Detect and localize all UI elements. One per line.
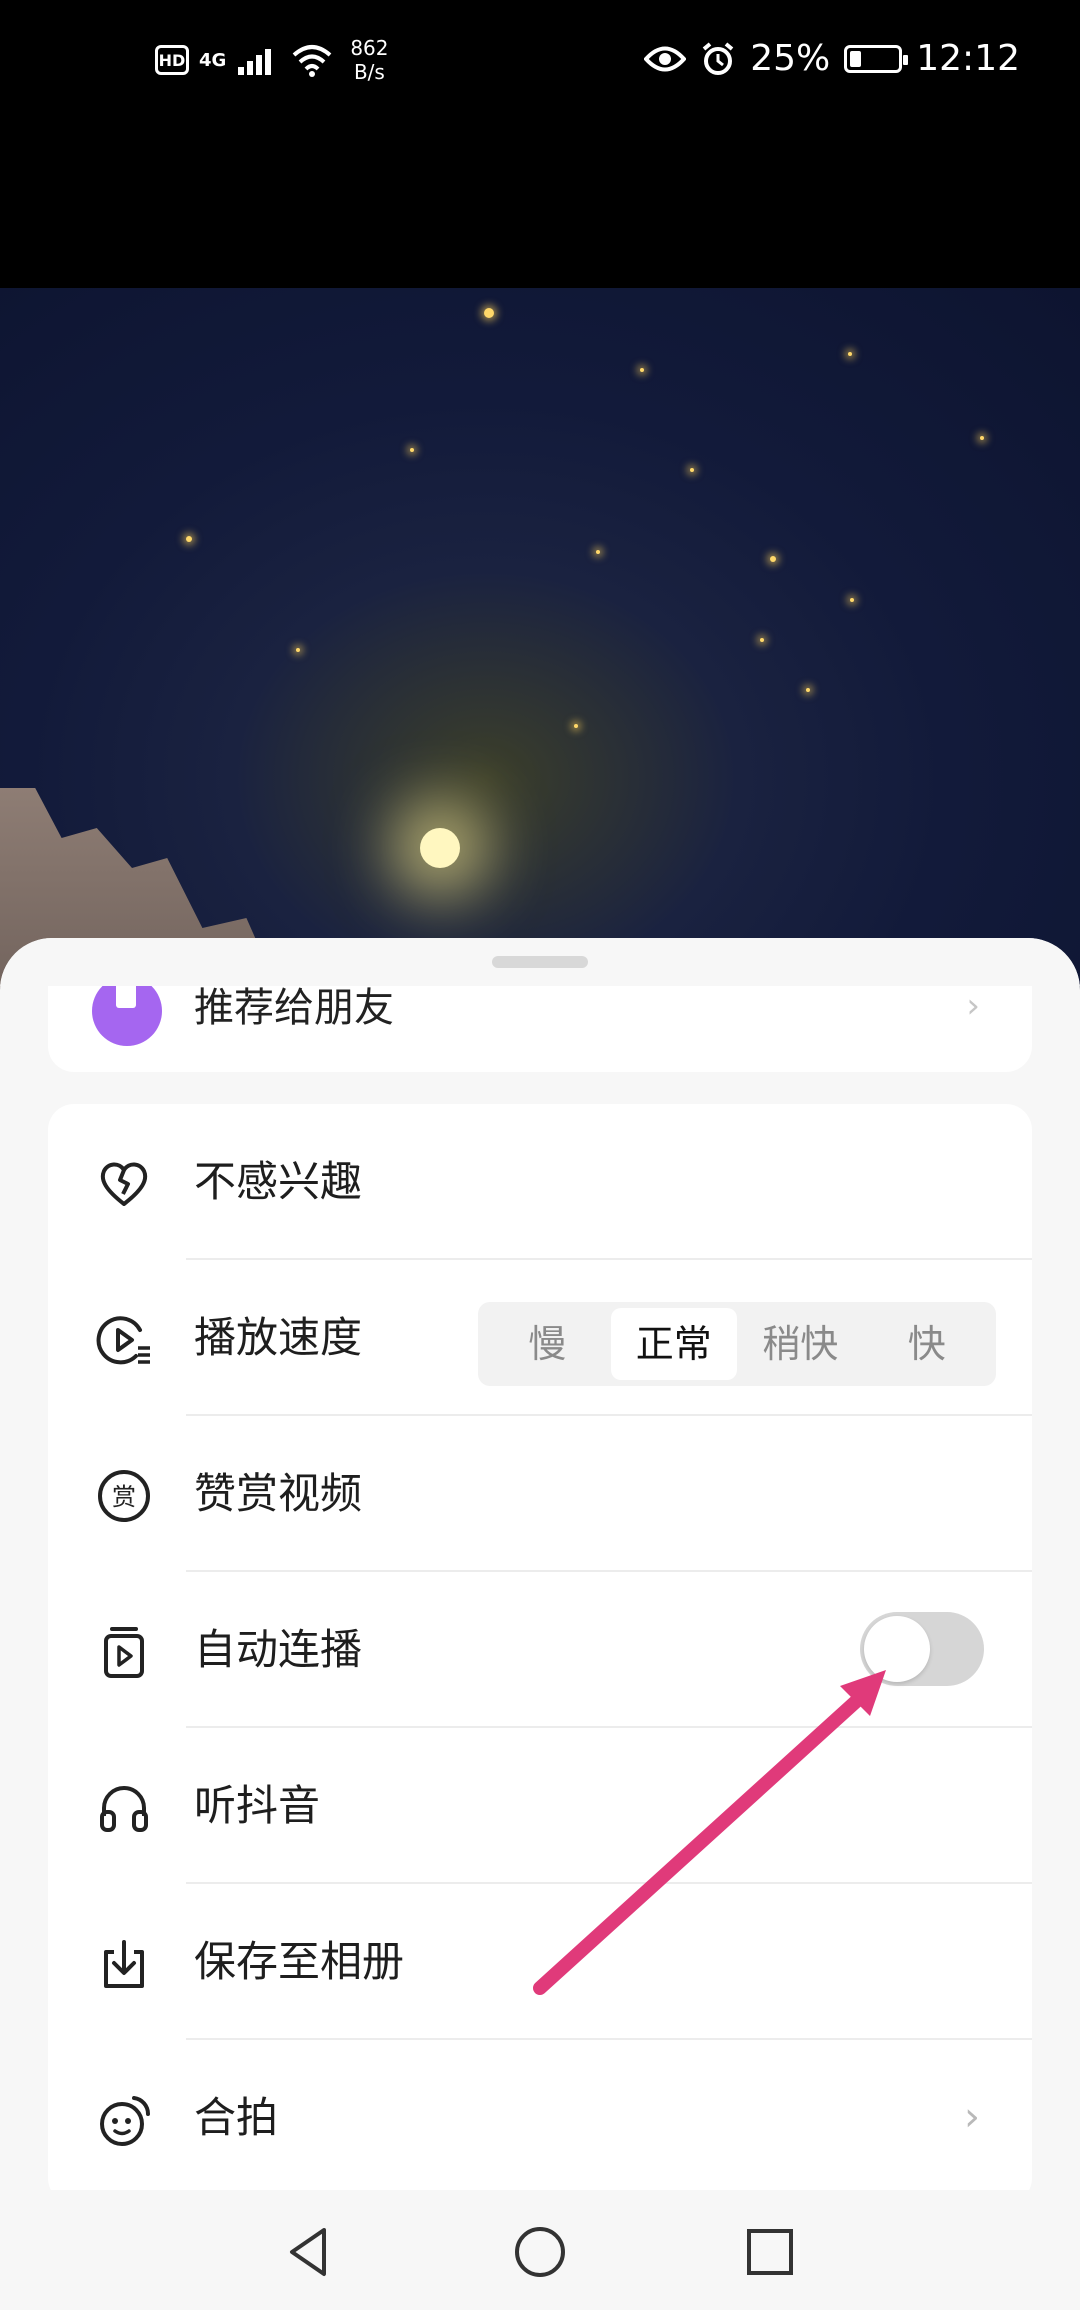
network-type: 4G bbox=[199, 49, 227, 71]
net-speed-unit: B/s bbox=[353, 60, 385, 84]
chevron-right-icon: › bbox=[964, 2094, 980, 2140]
star bbox=[640, 368, 644, 372]
status-left: HD 4G 862 B/s bbox=[155, 36, 389, 84]
heart-broken-icon bbox=[100, 1162, 148, 1206]
star bbox=[690, 468, 694, 472]
download-icon bbox=[104, 1940, 144, 1988]
not-interested-label: 不感兴趣 bbox=[194, 1157, 363, 1206]
star bbox=[770, 556, 776, 562]
autoplay-row: 自动连播 bbox=[48, 1572, 1032, 1728]
autoplay-label: 自动连播 bbox=[194, 1625, 363, 1674]
status-right: 25% 12:12 bbox=[644, 38, 1020, 79]
save-to-album-row[interactable]: 保存至相册 bbox=[48, 1884, 1032, 2040]
headphones-icon bbox=[100, 1786, 148, 1832]
listen-douyin-label: 听抖音 bbox=[194, 1781, 321, 1830]
speed-option-slow[interactable]: 慢 bbox=[484, 1308, 611, 1380]
save-to-album-label: 保存至相册 bbox=[194, 1937, 405, 1986]
star bbox=[848, 352, 852, 356]
battery-fill bbox=[850, 50, 862, 67]
battery-percent: 25% bbox=[750, 38, 831, 79]
home-icon[interactable] bbox=[510, 2222, 570, 2282]
system-nav-bar bbox=[0, 2190, 1080, 2310]
back-icon[interactable] bbox=[280, 2222, 340, 2282]
star bbox=[186, 536, 192, 542]
signal-icon bbox=[238, 49, 272, 75]
speed-option-normal[interactable]: 正常 bbox=[610, 1308, 737, 1380]
share-to-friend-card[interactable]: 推荐给朋友 › bbox=[48, 986, 1032, 1072]
eye-icon bbox=[644, 46, 687, 71]
star bbox=[806, 688, 810, 692]
star bbox=[410, 448, 414, 452]
star bbox=[980, 436, 984, 440]
speed-selector[interactable]: 慢 正常 稍快 快 bbox=[478, 1302, 996, 1386]
clock: 12:12 bbox=[916, 38, 1020, 79]
star bbox=[596, 550, 600, 554]
star bbox=[296, 648, 300, 652]
wifi-icon bbox=[292, 45, 332, 77]
svg-text:赏: 赏 bbox=[112, 1483, 136, 1511]
more-options-sheet: 推荐给朋友 › 不感兴趣 播放速度 慢 正常 稍快 快 赏 赞赏视频 自动连播 … bbox=[0, 938, 1080, 2190]
duet-label: 合拍 bbox=[194, 2093, 279, 2142]
reward-video-label: 赞赏视频 bbox=[194, 1469, 363, 1518]
duet-icon bbox=[100, 2096, 151, 2146]
reward-video-row[interactable]: 赏 赞赏视频 bbox=[48, 1416, 1032, 1572]
alarm-icon bbox=[702, 41, 734, 75]
listen-douyin-row[interactable]: 听抖音 bbox=[48, 1728, 1032, 1884]
share-friend-label: 推荐给朋友 bbox=[194, 986, 394, 1031]
playback-speed-row: 播放速度 慢 正常 稍快 快 bbox=[48, 1260, 1032, 1416]
autoplay-icon bbox=[104, 1627, 144, 1678]
options-card: 不感兴趣 播放速度 慢 正常 稍快 快 赏 赞赏视频 自动连播 听抖音 保存至相… bbox=[48, 1104, 1032, 2190]
playback-speed-icon bbox=[96, 1316, 150, 1365]
star bbox=[484, 308, 494, 318]
net-speed: 862 B/s bbox=[350, 36, 388, 84]
status-bar: HD 4G 862 B/s 25% 12:12 bbox=[0, 0, 1080, 130]
toggle-knob bbox=[864, 1616, 930, 1682]
playback-speed-label: 播放速度 bbox=[194, 1313, 363, 1362]
share-friend-icon bbox=[92, 986, 162, 1046]
star bbox=[574, 724, 578, 728]
star bbox=[850, 598, 854, 602]
net-speed-value: 862 bbox=[350, 36, 389, 60]
reward-icon: 赏 bbox=[98, 1470, 150, 1522]
not-interested-row[interactable]: 不感兴趣 bbox=[48, 1104, 1032, 1260]
video-background[interactable] bbox=[0, 288, 1080, 988]
speed-option-faster[interactable]: 稍快 bbox=[737, 1308, 864, 1380]
street-light bbox=[420, 828, 460, 868]
battery-icon bbox=[844, 44, 909, 73]
chevron-right-icon: › bbox=[966, 986, 980, 1026]
duet-row[interactable]: 合拍 › bbox=[48, 2040, 1032, 2190]
star bbox=[760, 638, 764, 642]
autoplay-toggle[interactable] bbox=[860, 1612, 984, 1686]
drag-handle[interactable] bbox=[492, 956, 588, 968]
hd-badge: HD bbox=[155, 45, 189, 75]
recents-icon[interactable] bbox=[740, 2222, 800, 2282]
speed-option-fast[interactable]: 快 bbox=[864, 1308, 991, 1380]
